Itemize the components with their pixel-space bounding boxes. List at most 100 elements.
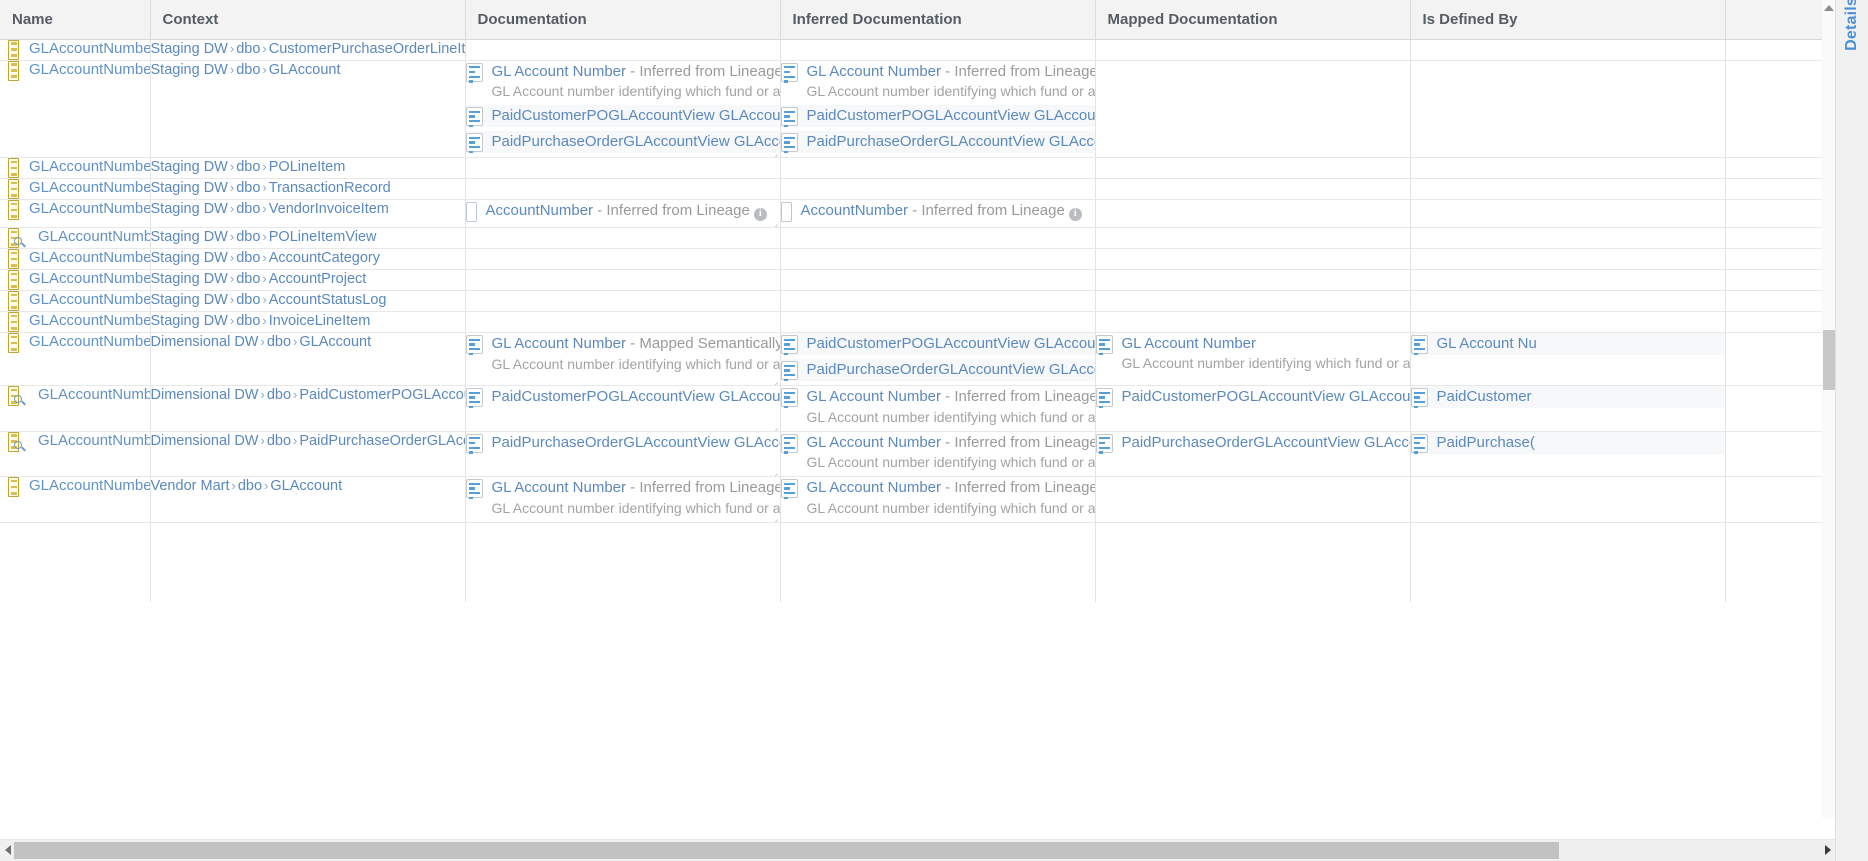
documentation-entry[interactable]: GL Account Nu [1411,333,1725,355]
documentation-entry-title[interactable]: PaidPurchaseOrderGLAccountView GLAccount… [1122,434,1410,452]
context-path-link[interactable]: Staging DW›dbo›AccountCategory [151,250,381,266]
documentation-entry[interactable]: GL Account Number - Inferred from Lineag… [781,477,1095,518]
documentation-entry[interactable]: PaidPurchaseOrderGLAccountView GLAccount… [466,131,780,153]
documentation-entry-title[interactable]: GL Account Number [1122,335,1410,353]
documentation-entry-title[interactable]: PaidPurchase( [1437,434,1535,452]
context-path-link[interactable]: Staging DW›dbo›AccountProject [151,271,367,287]
table-row[interactable]: GLAccountNumberStaging DW›dbo›POLineItem… [0,228,1836,249]
cell-resize-grip[interactable] [771,376,778,383]
documentation-entry[interactable]: PaidCustomerPOGLAccountView GLAccountNum [781,105,1095,127]
documentation-entry[interactable]: GL Account Number - Mapped Semanticallyi… [466,333,780,374]
documentation-entry-title[interactable]: GL Account Number - Inferred from Lineag… [492,63,780,82]
documentation-entry[interactable]: GL Account Number - Inferred from Lineag… [781,432,1095,473]
column-name-link[interactable]: GLAccountNumber [29,291,150,308]
context-path-link[interactable]: Staging DW›dbo›POLineItem [151,159,346,175]
table-row[interactable]: GLAccountNumberStaging DW›dbo›AccountPro… [0,270,1836,291]
cell-resize-grip[interactable] [771,513,778,520]
column-name-link[interactable]: GLAccountNumber [29,333,150,350]
context-path-link[interactable]: Dimensional DW›dbo›PaidPurchaseOrderGLAc… [151,433,466,449]
context-path-link[interactable]: Dimensional DW›dbo›PaidCustomerPOGLAccou… [151,387,466,403]
table-row[interactable]: GLAccountNumberStaging DW›dbo›Transactio… [0,179,1836,200]
context-path-link[interactable]: Dimensional DW›dbo›GLAccount [151,334,372,350]
cell-resize-grip[interactable] [771,218,778,225]
documentation-entry[interactable]: PaidCustomerPOGLAccountView GLAccountNum [466,105,780,127]
documentation-entry-title[interactable]: PaidCustomerPOGLAccountView GLAccountNum [1122,388,1410,406]
documentation-entry[interactable]: GL Account Number - Inferred from Lineag… [781,386,1095,427]
documentation-entry-title[interactable]: PaidCustomer [1437,388,1532,406]
context-path-link[interactable]: Staging DW›dbo›InvoiceLineItem [151,313,371,329]
info-icon[interactable]: i [754,208,767,221]
info-icon[interactable]: i [1069,208,1082,221]
column-name-link[interactable]: GLAccountNumber [29,200,150,217]
documentation-entry[interactable]: PaidPurchaseOrderGLAccountView GLAccount… [466,432,780,454]
documentation-entry[interactable]: GL Account Number - Inferred from Lineag… [466,61,780,102]
documentation-entry-title[interactable]: PaidPurchaseOrderGLAccountView GLAccount… [807,133,1095,151]
details-tab[interactable]: Details [1836,0,1868,84]
table-row[interactable]: GLAccountNumberStaging DW›dbo›CustomerPu… [0,39,1836,60]
documentation-entry-title[interactable]: PaidPurchaseOrderGLAccountView GLAccount… [492,133,780,151]
context-path-link[interactable]: Vendor Mart›dbo›GLAccount [151,478,343,494]
scroll-up-arrow-icon[interactable] [1824,5,1834,11]
documentation-entry[interactable]: PaidPurchaseOrderGLAccountView GLAccount… [781,131,1095,153]
details-rail[interactable]: Details [1835,0,1868,861]
cell-resize-grip[interactable] [771,148,778,155]
column-name-link[interactable]: GLAccountNumber [29,40,150,57]
column-header-context[interactable]: Context [150,0,465,39]
vertical-scrollbar-track[interactable] [1822,0,1836,818]
table-row[interactable]: GLAccountNumberStaging DW›dbo›VendorInvo… [0,200,1836,228]
table-row[interactable]: GLAccountNumberStaging DW›dbo›GLAccount G… [0,60,1836,158]
documentation-entry-title[interactable]: GL Account Number - Inferred from Lineag… [807,479,1095,498]
column-header-documentation[interactable]: Documentation [465,0,780,39]
horizontal-scrollbar[interactable] [0,839,1836,861]
table-row[interactable]: GLAccountNumberDimensional DW›dbo›GLAcco… [0,333,1836,386]
context-path-link[interactable]: Staging DW›dbo›CustomerPurchaseOrderLine… [151,41,466,57]
context-path-link[interactable]: Staging DW›dbo›POLineItemView [151,229,377,245]
column-name-link[interactable]: GLAccountNumber [29,61,150,78]
cell-resize-grip[interactable] [771,467,778,474]
documentation-entry-title[interactable]: GL Account Number - Inferred from Lineag… [807,434,1095,453]
column-header-is-defined-by[interactable]: Is Defined By [1410,0,1725,39]
results-grid-viewport[interactable]: Name Context Documentation Inferred Docu… [0,0,1836,818]
column-name-link[interactable]: GLAccountNumber [38,228,150,245]
column-header-inferred-documentation[interactable]: Inferred Documentation [780,0,1095,39]
column-header-mapped-documentation[interactable]: Mapped Documentation [1095,0,1410,39]
documentation-entry[interactable]: PaidPurchaseOrderGLAccountView GLAccount… [781,359,1095,381]
documentation-entry-title[interactable]: AccountNumber - Inferred from Lineagei [801,202,1082,221]
documentation-entry-title[interactable]: PaidCustomerPOGLAccountView GLAccountNum [492,107,780,125]
documentation-entry-title[interactable]: GL Account Number - Mapped Semanticallyi [492,335,780,354]
column-header-name[interactable]: Name [0,0,150,39]
column-name-link[interactable]: GLAccountNumber [29,249,150,266]
documentation-entry-title[interactable]: PaidCustomerPOGLAccountView GLAccountNum [807,107,1095,125]
table-row[interactable]: GLAccountNumberStaging DW›dbo›AccountSta… [0,291,1836,312]
column-name-link[interactable]: GLAccountNumber [29,158,150,175]
documentation-entry[interactable]: GL Account NumberGL Account number ident… [1096,333,1410,373]
table-row[interactable]: GLAccountNumberDimensional DW›dbo›PaidCu… [0,386,1836,432]
documentation-entry[interactable]: AccountNumber - Inferred from Lineagei [781,200,1095,223]
column-name-link[interactable]: GLAccountNumber [38,386,150,403]
documentation-entry[interactable]: PaidCustomerPOGLAccountView GLAccountNum [781,333,1095,355]
documentation-entry-title[interactable]: PaidPurchaseOrderGLAccountView GLAccount… [807,361,1095,379]
table-row[interactable]: GLAccountNumberVendor Mart›dbo›GLAccount… [0,477,1836,523]
documentation-entry-title[interactable]: PaidPurchaseOrderGLAccountView GLAccount… [492,434,780,452]
column-name-link[interactable]: GLAccountNumber [29,179,150,196]
table-row[interactable]: GLAccountNumberDimensional DW›dbo›PaidPu… [0,431,1836,477]
column-name-link[interactable]: GLAccountNumber [29,477,150,494]
documentation-entry-title[interactable]: PaidCustomerPOGLAccountView GLAccountNum [807,335,1095,353]
column-name-link[interactable]: GLAccountNumber [29,312,150,329]
documentation-entry[interactable]: PaidPurchaseOrderGLAccountView GLAccount… [1096,432,1410,454]
context-path-link[interactable]: Staging DW›dbo›TransactionRecord [151,180,391,196]
context-path-link[interactable]: Staging DW›dbo›GLAccount [151,62,341,78]
table-row[interactable]: GLAccountNumberStaging DW›dbo›POLineItem [0,158,1836,179]
horizontal-scrollbar-thumb[interactable] [14,842,1559,859]
documentation-entry-title[interactable]: PaidCustomerPOGLAccountView GLAccountNum [492,388,780,406]
documentation-entry[interactable]: PaidCustomerPOGLAccountView GLAccountNum [466,386,780,408]
vertical-scrollbar-thumb[interactable] [1823,330,1835,390]
documentation-entry-title[interactable]: GL Account Number - Inferred from Lineag… [807,388,1095,407]
vertical-scrollbar[interactable] [1822,0,1836,818]
documentation-entry[interactable]: AccountNumber - Inferred from Lineagei [466,200,780,223]
scroll-left-arrow-icon[interactable] [5,845,11,855]
context-path-link[interactable]: Staging DW›dbo›VendorInvoiceItem [151,201,389,217]
documentation-entry[interactable]: PaidCustomerPOGLAccountView GLAccountNum [1096,386,1410,408]
documentation-entry-title[interactable]: GL Account Nu [1437,335,1537,353]
column-name-link[interactable]: GLAccountNumber [38,432,150,449]
